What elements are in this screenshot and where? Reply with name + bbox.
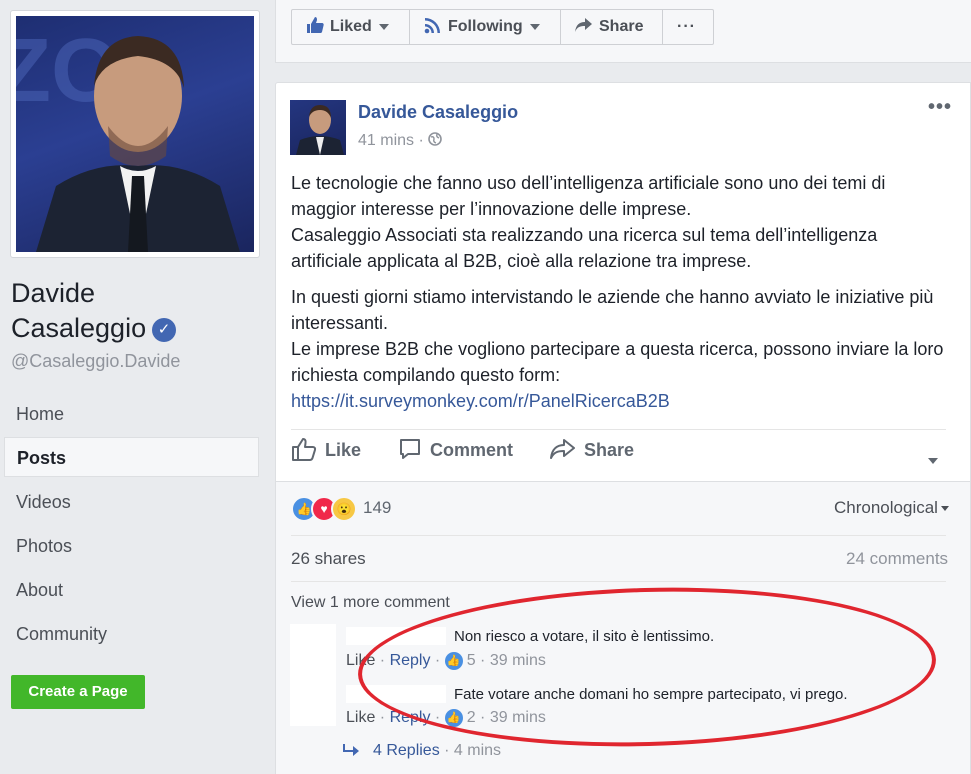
post-paragraph-1-line-2: Casaleggio Associati sta realizzando una… bbox=[291, 225, 878, 271]
post-timestamp-row: 41 mins · bbox=[358, 132, 443, 150]
following-button[interactable]: Following bbox=[409, 9, 561, 45]
commenter-name-redacted[interactable] bbox=[346, 627, 446, 645]
comment-actions: Like · Reply · 👍 5 · 39 mins bbox=[346, 652, 546, 670]
wow-reaction-icon: 😮 bbox=[331, 496, 357, 522]
divider bbox=[291, 581, 946, 582]
nav-posts[interactable]: Posts bbox=[4, 437, 259, 477]
comment-text: Fate votare anche domani ho sempre parte… bbox=[454, 686, 848, 703]
thumbs-up-outline-icon bbox=[292, 438, 317, 462]
share-outline-icon bbox=[550, 439, 575, 460]
liked-label: Liked bbox=[330, 18, 372, 35]
post-options-icon[interactable]: ••• bbox=[928, 96, 952, 119]
following-label: Following bbox=[448, 18, 523, 35]
nav-community[interactable]: Community bbox=[4, 614, 259, 654]
comment-timestamp[interactable]: 39 mins bbox=[490, 709, 546, 726]
page-name-first: Davide bbox=[11, 278, 96, 308]
comment-label: Comment bbox=[430, 440, 514, 460]
post-timestamp[interactable]: 41 mins bbox=[358, 132, 414, 149]
page-title: Davide Casaleggio ✓ bbox=[11, 276, 251, 346]
comment-actions: Like · Reply · 👍 2 · 39 mins bbox=[346, 709, 546, 727]
comment-like-link[interactable]: Like bbox=[346, 709, 375, 726]
comment-text: Non riesco a votare, il sito è lentissim… bbox=[454, 628, 715, 645]
divider bbox=[276, 481, 970, 482]
replies-timestamp: 4 mins bbox=[453, 742, 502, 759]
page-name-last: Casaleggio bbox=[11, 313, 147, 343]
survey-link[interactable]: https://it.surveymonkey.com/r/PanelRicer… bbox=[291, 391, 670, 411]
post-paragraph-2-line-2: Le imprese B2B che vogliono partecipare … bbox=[291, 339, 944, 385]
reply-arrow-icon bbox=[343, 743, 359, 756]
like-button[interactable]: Like bbox=[291, 438, 362, 462]
profile-photo[interactable]: ZO bbox=[16, 16, 254, 252]
comment-sort-dropdown[interactable]: Chronological bbox=[834, 498, 949, 518]
nav-videos[interactable]: Videos bbox=[4, 482, 259, 522]
share-page-button[interactable]: Share bbox=[560, 9, 663, 45]
page-handle[interactable]: @Casaleggio.Davide bbox=[11, 351, 180, 372]
replies-link[interactable]: 4 Replies bbox=[373, 742, 440, 759]
globe-icon bbox=[428, 132, 443, 149]
create-page-button[interactable]: Create a Page bbox=[11, 675, 145, 709]
reaction-icons[interactable]: 👍 ♥ 😮 bbox=[291, 496, 357, 522]
share-post-button[interactable]: Share bbox=[550, 439, 635, 461]
post-paragraph-2-line-1: In questi giorni stiamo intervistando le… bbox=[291, 287, 934, 333]
divider bbox=[291, 429, 946, 430]
rss-feed-icon bbox=[424, 18, 440, 34]
chevron-down-icon bbox=[940, 506, 949, 512]
comment-timestamp[interactable]: 39 mins bbox=[490, 652, 546, 669]
comment-like-count[interactable]: 5 bbox=[467, 652, 476, 669]
post-author-name[interactable]: Davide Casaleggio bbox=[358, 102, 518, 123]
nav-about[interactable]: About bbox=[4, 570, 259, 610]
comment-like-link[interactable]: Like bbox=[346, 652, 375, 669]
comment-reply-link[interactable]: Reply bbox=[390, 709, 431, 726]
comment-button[interactable]: Comment bbox=[398, 439, 514, 461]
comment-sort-label: Chronological bbox=[834, 498, 938, 517]
post-text: Le tecnologie che fanno uso dell’intelli… bbox=[291, 170, 951, 424]
share-post-label: Share bbox=[584, 440, 635, 460]
liked-button[interactable]: Liked bbox=[291, 9, 410, 45]
reaction-count[interactable]: 149 bbox=[363, 498, 391, 518]
verified-badge-icon: ✓ bbox=[152, 317, 177, 342]
comment-like-count[interactable]: 2 bbox=[467, 709, 476, 726]
divider bbox=[291, 535, 946, 536]
nav-home[interactable]: Home bbox=[4, 394, 259, 434]
share-label: Share bbox=[599, 18, 644, 35]
shares-count[interactable]: 26 shares bbox=[291, 549, 366, 569]
comment-reply-link[interactable]: Reply bbox=[390, 652, 431, 669]
replies-row[interactable]: 4 Replies · 4 mins bbox=[343, 742, 501, 760]
like-reaction-icon: 👍 bbox=[444, 652, 463, 670]
chevron-down-icon bbox=[378, 23, 389, 30]
post-paragraph-1-line-1: Le tecnologie che fanno uso dell’intelli… bbox=[291, 173, 886, 219]
comments-count[interactable]: 24 comments bbox=[846, 549, 948, 569]
like-label: Like bbox=[325, 440, 362, 460]
audience-dropdown-icon[interactable] bbox=[921, 452, 938, 470]
commenter-avatar[interactable] bbox=[290, 624, 336, 726]
commenter-name-redacted[interactable] bbox=[346, 685, 446, 703]
profile-picture-frame[interactable]: ZO bbox=[10, 10, 260, 258]
share-arrow-icon bbox=[575, 18, 592, 33]
chevron-down-icon bbox=[529, 23, 540, 30]
nav-photos[interactable]: Photos bbox=[4, 526, 259, 566]
thumbs-up-icon bbox=[307, 17, 324, 34]
more-options-button[interactable]: ··· bbox=[662, 9, 714, 45]
like-reaction-icon: 👍 bbox=[444, 709, 463, 727]
view-more-comments-link[interactable]: View 1 more comment bbox=[291, 594, 450, 612]
author-avatar[interactable] bbox=[290, 100, 346, 155]
comment-bubble-icon bbox=[400, 439, 420, 460]
